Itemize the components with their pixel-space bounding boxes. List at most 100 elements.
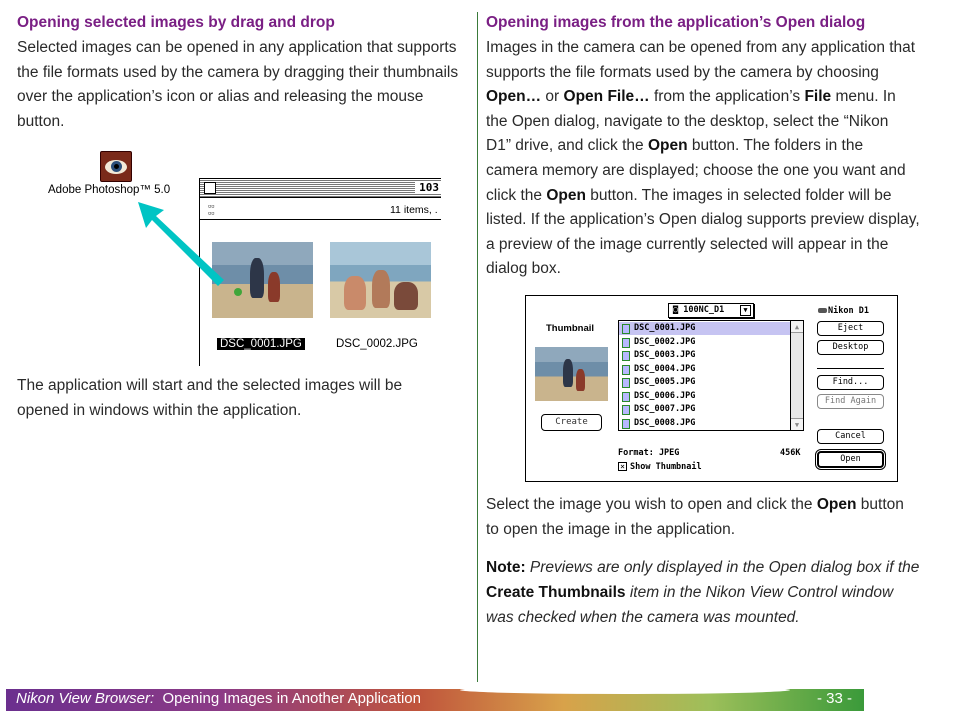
figure-toy bbox=[234, 288, 242, 296]
figure-child bbox=[268, 272, 280, 302]
line: listed. If the application’s Open dialog… bbox=[486, 211, 920, 229]
jpeg-file-icon bbox=[622, 364, 630, 375]
button-separator bbox=[817, 368, 884, 369]
line: Note: Previews are only displayed in the… bbox=[486, 559, 920, 576]
jpeg-file-icon bbox=[622, 405, 630, 415]
line: was checked when the camera was mounted. bbox=[486, 609, 800, 626]
file-list-item[interactable]: DSC_0001.JPG bbox=[619, 322, 791, 335]
eye-pupil bbox=[114, 164, 119, 169]
line: button. bbox=[17, 112, 65, 130]
close-box-icon[interactable] bbox=[204, 182, 216, 194]
file-name: DSC_0008.JPG bbox=[634, 417, 696, 428]
file-list-item[interactable]: DSC_0002.JPG bbox=[619, 336, 791, 349]
folder-popup-menu[interactable]: ◙ 100NC_D1 ▼ bbox=[668, 303, 754, 318]
format-label: Format: JPEG bbox=[618, 448, 680, 458]
line: Open… or Open File… from the application… bbox=[486, 88, 896, 106]
drive-icon bbox=[818, 308, 827, 313]
file-name: DSC_0007.JPG bbox=[634, 404, 696, 414]
file-list[interactable]: DSC_0001.JPG DSC_0002.JPG DSC_0003.JPG DSC_… bbox=[618, 320, 804, 431]
note-text: Note: Previews are only displayed in the… bbox=[486, 555, 946, 630]
left-result-text: The application will start and the selec… bbox=[17, 374, 472, 423]
file-list-item[interactable]: DSC_0005.JPG bbox=[619, 376, 791, 389]
right-body-text: Images in the camera can be opened from … bbox=[486, 36, 946, 282]
folder-icon: ◙ bbox=[673, 305, 684, 315]
file-list-scrollbar[interactable]: ▲ ▼ bbox=[790, 321, 803, 430]
drive-name: Nikon D1 bbox=[828, 306, 869, 316]
figure-person bbox=[372, 270, 390, 308]
line: supports the file formats used by the ca… bbox=[486, 63, 879, 81]
left-heading: Opening selected images by drag and drop bbox=[17, 14, 335, 31]
finder-info-bar: ▫▫ ▫▫ 11 items, . bbox=[200, 199, 441, 220]
create-button[interactable]: Create bbox=[541, 414, 602, 431]
figure-child bbox=[250, 258, 264, 298]
find-button[interactable]: Find... bbox=[817, 375, 884, 390]
figure-child bbox=[576, 369, 585, 391]
thumbnail-label: Thumbnail bbox=[546, 323, 595, 334]
line: dialog box. bbox=[486, 260, 561, 278]
jpeg-file-icon bbox=[622, 337, 630, 348]
figure-child bbox=[563, 359, 573, 387]
file-list-item[interactable]: DSC_0003.JPG bbox=[619, 349, 791, 362]
file-list-item[interactable]: DSC_0008.JPG bbox=[619, 417, 791, 430]
scroll-up-arrow-icon[interactable]: ▲ bbox=[791, 321, 803, 333]
column-divider bbox=[477, 12, 478, 682]
file-list-item[interactable]: DSC_0006.JPG bbox=[619, 390, 791, 403]
jpeg-file-icon bbox=[622, 378, 630, 388]
file-size-label: 456K bbox=[780, 448, 801, 458]
open-button[interactable]: Open bbox=[815, 449, 886, 470]
file-name: DSC_0002.JPG bbox=[634, 336, 696, 347]
jpeg-file-icon bbox=[622, 351, 630, 361]
line: click the Open button. The images in sel… bbox=[486, 186, 892, 204]
line: to open the image in the application. bbox=[486, 520, 736, 538]
left-intro-text: Selected images can be opened in any app… bbox=[17, 36, 472, 134]
show-thumbnail-checkbox[interactable]: × bbox=[618, 462, 627, 471]
line: Select the image you wish to open and cl… bbox=[486, 496, 904, 513]
file-name: DSC_0004.JPG bbox=[634, 363, 696, 374]
file-list-item[interactable]: DSC_0004.JPG bbox=[619, 363, 791, 376]
line: Images in the camera can be opened from … bbox=[486, 39, 916, 56]
photoshop-app-icon[interactable] bbox=[100, 151, 132, 182]
footer-title-section: Opening Images in Another Application bbox=[162, 690, 421, 707]
line: Selected images can be opened in any app… bbox=[17, 39, 457, 56]
footer-title-product: Nikon View Browser: bbox=[16, 690, 155, 707]
line: D1” drive, and click the Open button. Th… bbox=[486, 137, 864, 155]
file-list-item[interactable]: DSC_0007.JPG bbox=[619, 403, 791, 416]
show-thumbnail-label: Show Thumbnail bbox=[630, 462, 702, 472]
right-select-text: Select the image you wish to open and cl… bbox=[486, 493, 946, 542]
finder-title-bar[interactable]: 103 bbox=[200, 179, 441, 198]
chevron-down-icon: ▼ bbox=[740, 305, 751, 316]
scroll-down-arrow-icon[interactable]: ▼ bbox=[791, 418, 803, 430]
figure-person bbox=[344, 276, 366, 310]
line: The application will start and the selec… bbox=[17, 377, 403, 394]
page-number: - 33 - bbox=[817, 690, 853, 707]
footer-title: Nikon View Browser: Opening Images in An… bbox=[16, 690, 421, 707]
finder-item-count: 11 items, . bbox=[390, 204, 438, 216]
jpeg-file-icon bbox=[622, 391, 630, 402]
photoshop-app-label: Adobe Photoshop™ 5.0 bbox=[48, 184, 171, 196]
footer-swoosh bbox=[460, 686, 790, 694]
file-name: DSC_0001.JPG bbox=[634, 323, 696, 333]
cancel-button[interactable]: Cancel bbox=[817, 429, 884, 444]
find-again-button[interactable]: Find Again bbox=[817, 394, 884, 409]
jpeg-file-icon bbox=[622, 418, 630, 429]
finder-window-name: 103 bbox=[415, 181, 441, 194]
line: opened in windows within the application… bbox=[17, 401, 302, 419]
thumbnail-caption: DSC_0002.JPG bbox=[336, 338, 418, 350]
jpeg-file-icon bbox=[622, 324, 630, 334]
line: camera memory are displayed; choose the … bbox=[486, 161, 906, 179]
folder-name: 100NC_D1 bbox=[683, 305, 725, 315]
line: the file formats used by the camera by d… bbox=[17, 63, 459, 81]
line: Create Thumbnails item in the Nikon View… bbox=[486, 584, 894, 601]
open-dialog: Thumbnail Create ◙ 100NC_D1 ▼ DSC_0001.J… bbox=[525, 295, 898, 482]
file-name: DSC_0003.JPG bbox=[634, 350, 696, 360]
file-name: DSC_0005.JPG bbox=[634, 377, 696, 387]
line: the Open dialog, navigate to the desktop… bbox=[486, 112, 889, 130]
line: a preview of the image currently selecte… bbox=[486, 235, 889, 253]
figure-person bbox=[394, 282, 418, 310]
thumbnail-caption-selected: DSC_0001.JPG bbox=[217, 338, 305, 350]
desktop-button[interactable]: Desktop bbox=[817, 340, 884, 355]
eject-button[interactable]: Eject bbox=[817, 321, 884, 336]
thumbnail-dsc-0002[interactable] bbox=[330, 242, 431, 318]
line: over the application’s icon or alias and… bbox=[17, 88, 424, 106]
right-heading: Opening images from the application’s Op… bbox=[486, 14, 866, 31]
